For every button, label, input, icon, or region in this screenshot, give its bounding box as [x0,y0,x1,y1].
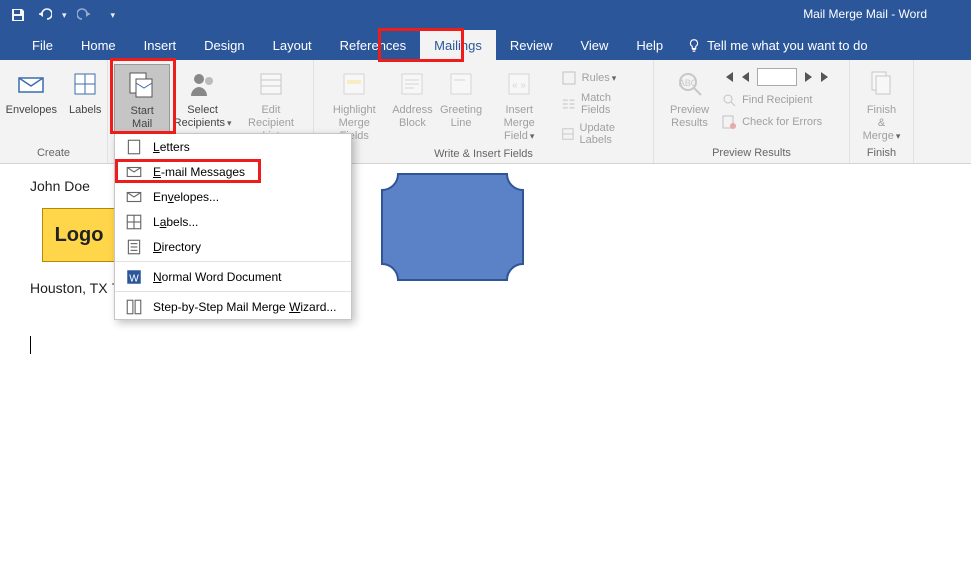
tab-insert[interactable]: Insert [130,30,191,60]
find-recipient-button[interactable]: Find Recipient [715,90,839,110]
wizard-icon [125,298,143,316]
envelope-icon [15,68,47,100]
dropdown-directory[interactable]: Directory [115,234,351,259]
dropdown-separator-2 [115,291,351,292]
dropdown-labels[interactable]: Labels... [115,209,351,234]
letter-icon [125,138,143,156]
email-icon [125,163,143,181]
document-title: Mail Merge Mail - Word [803,7,927,21]
tab-references[interactable]: References [326,30,420,60]
save-icon[interactable] [10,7,26,23]
last-record-icon[interactable] [819,70,833,84]
group-preview-results: ABC Preview Results Find Recipient [654,60,850,163]
rules-button[interactable]: Rules [555,68,647,88]
text-cursor [30,336,31,354]
lightbulb-icon [687,38,701,52]
blue-plaque-shape[interactable] [380,172,525,282]
group-write-insert: Highlight Merge Fields Address Block Gre… [314,60,654,163]
dropdown-email-messages[interactable]: E-mail Messages [115,159,351,184]
tab-help[interactable]: Help [622,30,677,60]
check-errors-icon [721,114,737,130]
check-for-errors-button[interactable]: Check for Errors [715,112,839,132]
tab-view[interactable]: View [566,30,622,60]
match-fields-button[interactable]: Match Fields [555,90,647,118]
preview-results-icon: ABC [674,68,706,100]
ribbon-tabs: File Home Insert Design Layout Reference… [0,30,971,60]
labels-small-icon [125,213,143,231]
first-record-icon[interactable] [721,70,735,84]
select-recipients-icon [187,68,219,100]
tab-file[interactable]: File [18,30,67,60]
address-block-button[interactable]: Address Block [388,64,436,132]
group-create-label: Create [37,147,70,163]
dropdown-letters[interactable]: Letters [115,134,351,159]
logo-placeholder: Logo [42,208,116,262]
directory-icon [125,238,143,256]
update-labels-button[interactable]: Update Labels [555,120,647,148]
tab-mailings[interactable]: Mailings [420,30,496,60]
dropdown-wizard[interactable]: Step-by-Step Mail Merge Wizard... [115,294,351,319]
rules-icon [561,70,577,86]
svg-text:ABC: ABC [678,78,697,88]
dropdown-separator [115,261,351,262]
word-icon: W [125,268,143,286]
greeting-line-button[interactable]: Greeting Line [436,64,485,132]
dropdown-envelopes[interactable]: Envelopes... [115,184,351,209]
record-number-input[interactable] [757,68,797,86]
undo-more-icon[interactable]: ▾ [62,10,67,21]
dropdown-normal-document[interactable]: W Normal Word Document [115,264,351,289]
qat-customize-icon[interactable]: ▾ [111,10,116,21]
update-labels-icon [561,126,575,142]
tab-home[interactable]: Home [67,30,130,60]
find-recipient-icon [721,92,737,108]
tab-review[interactable]: Review [496,30,567,60]
group-finish-label: Finish [867,147,896,163]
labels-button[interactable]: Labels [63,64,107,119]
match-fields-icon [561,96,576,112]
redo-icon[interactable] [77,7,93,23]
svg-text:W: W [129,273,139,284]
group-create: Envelopes Labels Create [0,60,108,163]
select-recipients-button[interactable]: Select Recipients [170,64,235,132]
start-mail-merge-dropdown: Letters E-mail Messages Envelopes... Lab… [114,133,352,320]
finish-merge-icon [866,68,898,100]
svg-text:« »: « » [512,80,526,91]
group-preview-label: Preview Results [712,147,791,163]
edit-recipient-list-icon [255,68,287,100]
address-block-icon [396,68,428,100]
tab-design[interactable]: Design [190,30,258,60]
tell-me-search[interactable]: Tell me what you want to do [677,38,867,53]
edit-recipient-label1: Edit [261,104,280,117]
labels-label: Labels [69,104,101,117]
envelopes-button[interactable]: Envelopes [0,64,63,119]
preview-results-button[interactable]: ABC Preview Results [664,64,715,132]
tell-me-label: Tell me what you want to do [707,38,867,53]
tab-layout[interactable]: Layout [259,30,326,60]
select-recipients-label1: Select [187,104,218,117]
insert-merge-field-button[interactable]: « » Insert Merge Field [486,64,553,145]
start-mail-merge-icon [126,69,158,101]
envelope-small-icon [125,188,143,206]
prev-record-icon[interactable] [739,70,753,84]
finish-merge-button[interactable]: Finish & Merge [856,64,907,145]
next-record-icon[interactable] [801,70,815,84]
title-bar: ▾ ▾ Mail Merge Mail - Word [0,0,971,30]
highlight-icon [338,68,370,100]
envelopes-label: Envelopes [6,104,57,117]
undo-icon[interactable] [36,7,52,23]
record-navigation [715,66,839,88]
quick-access-toolbar: ▾ ▾ [0,7,115,23]
select-recipients-label2: Recipients [174,117,232,130]
group-write-label: Write & Insert Fields [434,148,533,164]
insert-merge-field-icon: « » [503,68,535,100]
greeting-line-icon [445,68,477,100]
labels-icon [69,68,101,100]
group-finish: Finish & Merge Finish [850,60,914,163]
start-mail-merge-label1: Start Mail [121,105,163,131]
